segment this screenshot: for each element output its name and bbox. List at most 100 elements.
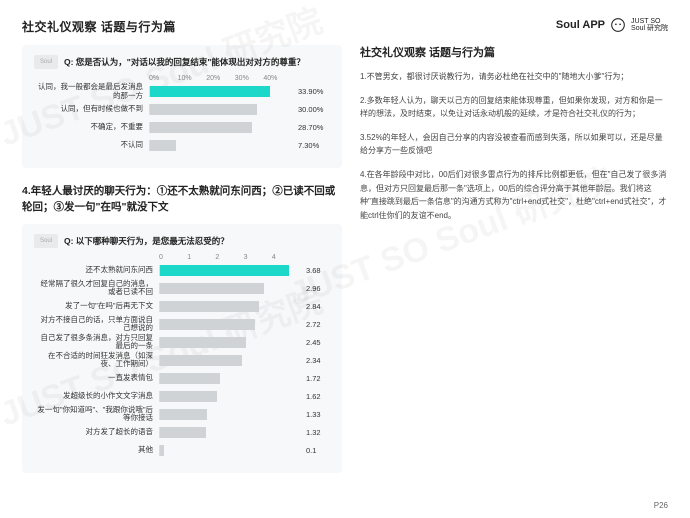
bar-fill xyxy=(160,427,206,438)
bar-label: 发超级长的小作文文字消息 xyxy=(34,392,159,400)
bar-track xyxy=(159,391,300,402)
axis-tick: 10% xyxy=(178,75,207,82)
bar-track xyxy=(159,337,300,348)
page-title: 社交礼仪观察 话题与行为篇 xyxy=(22,18,342,35)
bar-row: 自己发了很多条消息，对方只回复最后的一条2.45 xyxy=(34,335,330,350)
bar-value: 7.30% xyxy=(292,141,330,150)
body-paragraph: 2.多数年轻人认为，聊天以己方的回复结束能体现尊重，但如果你发现，对方和你是一样… xyxy=(360,94,668,121)
chart-question: Q: 以下哪种聊天行为，是您最无法忍受的？ xyxy=(64,235,229,247)
bar-label: 认同，我一般都会是最后发消息的那一方 xyxy=(34,83,149,100)
bar-value: 1.72 xyxy=(300,374,330,383)
bar-row: 认同，但有时候也做不到 30.00% xyxy=(34,102,330,117)
bar-fill xyxy=(160,337,246,348)
bar-value: 1.32 xyxy=(300,428,330,437)
bar-label: 其他 xyxy=(34,446,159,454)
bar-row: 不认同 7.30% xyxy=(34,138,330,153)
brand-logo-icon xyxy=(611,18,625,32)
bar-track xyxy=(159,319,300,330)
axis-tick: 3 xyxy=(244,254,272,261)
bar-track xyxy=(149,104,292,115)
bar-label: 经常隔了很久才回复自己的消息，或者已读不回 xyxy=(34,280,159,297)
bar-label: 发了一句"在吗"后再无下文 xyxy=(34,302,159,310)
bar-value: 2.34 xyxy=(300,356,330,365)
bar-label: 认同，但有时候也做不到 xyxy=(34,105,149,113)
bar-track xyxy=(159,409,300,420)
bar-track xyxy=(149,140,292,151)
bar-label: 一直发表情包 xyxy=(34,374,159,382)
bar-track xyxy=(159,301,300,312)
bar-value: 1.62 xyxy=(300,392,330,401)
bar-row: 在不合适的时间狂发消息（如深夜、工作期间）2.34 xyxy=(34,353,330,368)
bar-label: 不确定，不重要 xyxy=(34,123,149,131)
page-number: P26 xyxy=(654,501,668,510)
bar-fill xyxy=(160,283,264,294)
axis-tick: 0% xyxy=(149,75,178,82)
left-subheading: 4.年轻人最讨厌的聊天行为：①还不太熟就问东问西；②已读不回或轮回；③发一句"在… xyxy=(22,184,342,216)
axis-tick: 2 xyxy=(215,254,243,261)
bar-fill xyxy=(150,122,252,133)
axis-tick: 40% xyxy=(263,75,292,82)
bar-value: 2.96 xyxy=(300,284,330,293)
bar-fill xyxy=(150,104,257,115)
bar-value: 2.72 xyxy=(300,320,330,329)
bar-fill xyxy=(160,319,255,330)
body-paragraph: 4.在各年龄段中对比，00后们对很多雷点行为的排斥比例都更低，但在"自己发了很多… xyxy=(360,168,668,222)
axis-tick: 1 xyxy=(187,254,215,261)
brand-bar: Soul APP JUST SO Soul 研究院 xyxy=(556,18,668,32)
chart-card-2: Soul Q: 以下哪种聊天行为，是您最无法忍受的？ 01234 还不太熟就问东… xyxy=(22,224,342,473)
bar-fill xyxy=(150,86,270,97)
bar-fill xyxy=(160,265,289,276)
bar-row: 发一句"你知道吗"、"我跟你说哦"后等你接话 1.33 xyxy=(34,407,330,422)
bar-value: 0.1 xyxy=(300,446,330,455)
bar-row: 一直发表情包 1.72 xyxy=(34,371,330,386)
bar-label: 自己发了很多条消息，对方只回复最后的一条 xyxy=(34,334,159,351)
bar-label: 不认同 xyxy=(34,141,149,149)
bar-track xyxy=(159,265,300,276)
chart-badge-icon: Soul xyxy=(34,234,58,248)
bar-row: 认同，我一般都会是最后发消息的那一方 33.90% xyxy=(34,84,330,99)
body-paragraph: 1.不管男女，都很讨厌说教行为，请务必杜绝在社交中的"随地大小爹"行为； xyxy=(360,70,668,84)
chart-question: Q: 您是否认为，"对话以我的回复结束"能体现出对对方的尊重？ xyxy=(64,56,305,68)
bar-row: 不确定，不重要28.70% xyxy=(34,120,330,135)
bar-label: 还不太熟就问东问西 xyxy=(34,266,159,274)
brand-name: Soul APP xyxy=(556,19,605,31)
chart-badge-icon: Soul xyxy=(34,55,58,69)
bar-value: 30.00% xyxy=(292,105,330,114)
bar-label: 对方不接自己的话，只单方面说自己想说的 xyxy=(34,316,159,333)
bar-value: 1.33 xyxy=(300,410,330,419)
axis-tick: 30% xyxy=(235,75,264,82)
bar-row: 发了一句"在吗"后再无下文2.84 xyxy=(34,299,330,314)
bar-row: 对方不接自己的话，只单方面说自己想说的 2.72 xyxy=(34,317,330,332)
bar-track xyxy=(159,283,300,294)
bar-value: 33.90% xyxy=(292,87,330,96)
bar-track xyxy=(149,122,292,133)
axis-tick: 4 xyxy=(272,254,300,261)
bar-label: 发一句"你知道吗"、"我跟你说哦"后等你接话 xyxy=(34,406,159,423)
bar-track xyxy=(149,86,292,97)
bar-fill xyxy=(160,373,220,384)
bar-track xyxy=(159,355,300,366)
bar-row: 对方发了超长的语音 1.32 xyxy=(34,425,330,440)
bar-fill xyxy=(160,391,217,402)
chart-x-ticks: 01234 xyxy=(34,254,330,261)
bar-fill xyxy=(160,409,207,420)
bar-fill xyxy=(150,140,176,151)
chart-x-ticks: 0%10%20%30%40% xyxy=(34,75,330,82)
axis-tick: 20% xyxy=(206,75,235,82)
bar-fill xyxy=(160,355,242,366)
right-heading: 社交礼仪观察 话题与行为篇 xyxy=(360,44,668,60)
bar-row: 经常隔了很久才回复自己的消息，或者已读不回 2.96 xyxy=(34,281,330,296)
axis-tick: 0 xyxy=(159,254,187,261)
bar-track xyxy=(159,427,300,438)
bar-value: 3.68 xyxy=(300,266,330,275)
bar-label: 对方发了超长的语音 xyxy=(34,428,159,436)
chart-card-1: Soul Q: 您是否认为，"对话以我的回复结束"能体现出对对方的尊重？ 0%1… xyxy=(22,45,342,168)
body-paragraph: 3.52%的年轻人，会因自己分享的内容没被查看而感到失落，所以如果可以，还是尽量… xyxy=(360,131,668,158)
brand-sub: JUST SO Soul 研究院 xyxy=(631,18,668,32)
bar-fill xyxy=(160,301,259,312)
bar-track xyxy=(159,445,300,456)
bar-row: 其他 0.1 xyxy=(34,443,330,458)
bar-row: 还不太熟就问东问西 3.68 xyxy=(34,263,330,278)
bar-row: 发超级长的小作文文字消息 1.62 xyxy=(34,389,330,404)
bar-track xyxy=(159,373,300,384)
